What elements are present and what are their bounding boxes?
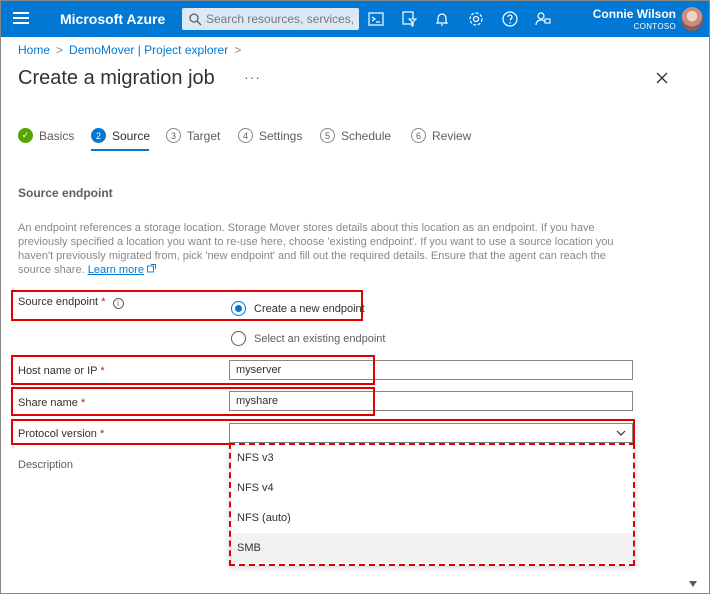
- step-number: 6: [411, 128, 426, 143]
- description-label: Description: [18, 459, 74, 471]
- menu-icon[interactable]: [13, 12, 29, 26]
- more-options-icon[interactable]: ···: [244, 69, 261, 85]
- host-name-label: Host name or IP *: [18, 365, 105, 377]
- step-number: 5: [320, 128, 335, 143]
- breadcrumb-home[interactable]: Home: [18, 43, 50, 57]
- required-marker: *: [99, 428, 105, 440]
- step-number: 3: [166, 128, 181, 143]
- step-label: Target: [187, 128, 221, 143]
- help-icon[interactable]: [501, 10, 519, 28]
- radio-selected-icon: [231, 301, 246, 316]
- page-title: Create a migration job: [18, 67, 215, 89]
- step-number: 4: [238, 128, 253, 143]
- chevron-right-icon: >: [56, 43, 64, 57]
- chevron-down-icon: [616, 430, 626, 436]
- tab-source[interactable]: 2 Source: [91, 128, 150, 143]
- radio-unselected-icon: [231, 331, 246, 346]
- active-tab-indicator: [91, 149, 149, 151]
- label-text: Protocol version: [18, 428, 97, 440]
- label-text: Host name or IP: [18, 365, 98, 377]
- global-search[interactable]: [182, 8, 359, 30]
- directory-filter-icon[interactable]: [400, 10, 418, 28]
- tab-review[interactable]: 6 Review: [411, 128, 471, 143]
- protocol-version-select[interactable]: [229, 423, 633, 443]
- required-marker: *: [100, 365, 105, 377]
- required-marker: *: [81, 397, 86, 409]
- option-nfs-v4[interactable]: NFS v4: [229, 473, 635, 503]
- label-text: Share name: [18, 397, 78, 409]
- step-number: 2: [91, 128, 106, 143]
- share-name-field[interactable]: [229, 391, 633, 411]
- radio-label: Create a new endpoint: [254, 302, 365, 315]
- tab-schedule[interactable]: 5 Schedule: [320, 128, 391, 143]
- step-label: Source: [112, 128, 151, 143]
- step-label: Basics: [39, 128, 75, 143]
- step-label: Review: [432, 128, 472, 143]
- radio-label: Select an existing endpoint: [254, 332, 386, 345]
- radio-create-new-endpoint[interactable]: Create a new endpoint: [231, 301, 365, 316]
- protocol-dropdown-list: NFS v3 NFS v4 NFS (auto) SMB: [229, 443, 635, 566]
- user-name[interactable]: Connie Wilson: [593, 7, 676, 21]
- option-nfs-auto[interactable]: NFS (auto): [229, 503, 635, 533]
- step-complete-icon: ✓: [18, 128, 33, 143]
- avatar[interactable]: [681, 7, 703, 31]
- scroll-down-icon[interactable]: [689, 581, 697, 587]
- label-text: Source endpoint: [18, 296, 99, 308]
- learn-more-link[interactable]: Learn more: [88, 264, 144, 276]
- cloud-shell-icon[interactable]: [367, 10, 385, 28]
- user-directory[interactable]: CONTOSO: [634, 22, 676, 31]
- settings-icon[interactable]: [467, 10, 485, 28]
- option-smb[interactable]: SMB: [229, 533, 635, 563]
- feedback-icon[interactable]: [534, 10, 552, 28]
- info-icon[interactable]: i: [112, 298, 124, 309]
- required-marker: *: [101, 296, 106, 308]
- brand-title[interactable]: Microsoft Azure: [60, 11, 165, 27]
- tab-settings[interactable]: 4 Settings: [238, 128, 302, 143]
- app-window: Microsoft Azure Connie Wilson CONTOSO Ho…: [0, 0, 710, 594]
- close-icon[interactable]: [655, 71, 669, 85]
- top-bar: Microsoft Azure Connie Wilson CONTOSO: [1, 1, 709, 37]
- search-icon: [189, 13, 202, 26]
- external-link-icon: [147, 264, 156, 273]
- chevron-right-icon: >: [234, 43, 242, 57]
- share-name-label: Share name *: [18, 397, 85, 409]
- notifications-icon[interactable]: [433, 10, 451, 28]
- step-label: Schedule: [341, 128, 392, 143]
- section-title: Source endpoint: [18, 186, 113, 200]
- radio-select-existing-endpoint[interactable]: Select an existing endpoint: [231, 331, 385, 346]
- breadcrumb: Home > DemoMover | Project explorer >: [18, 43, 241, 57]
- tab-basics[interactable]: ✓ Basics: [18, 128, 74, 143]
- step-label: Settings: [259, 128, 303, 143]
- breadcrumb-project-explorer[interactable]: DemoMover | Project explorer: [69, 43, 228, 57]
- option-nfs-v3[interactable]: NFS v3: [229, 443, 635, 473]
- host-name-field[interactable]: [229, 360, 633, 380]
- source-endpoint-label: Source endpoint * i: [18, 296, 124, 309]
- protocol-version-label: Protocol version *: [18, 428, 104, 440]
- section-description: An endpoint references a storage locatio…: [18, 221, 618, 277]
- search-input[interactable]: [206, 8, 356, 30]
- tab-target[interactable]: 3 Target: [166, 128, 220, 143]
